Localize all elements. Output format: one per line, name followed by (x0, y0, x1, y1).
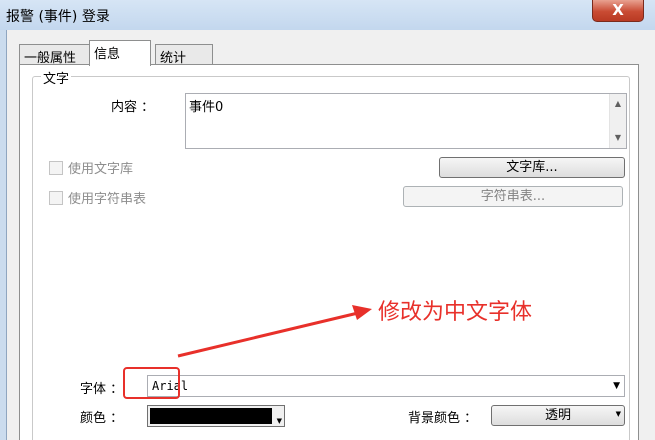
scroll-down-icon[interactable]: ▼ (610, 130, 626, 146)
close-icon: X (612, 1, 624, 19)
content-label: 内容 ： (111, 100, 155, 115)
button-label: 字符串表... (480, 189, 546, 204)
button-label: 文字库... (506, 160, 558, 175)
annotation-highlight-box (123, 367, 180, 399)
dropdown-arrow-icon: ▼ (615, 410, 621, 418)
title-bar: 报警 (事件) 登录 X (0, 0, 655, 30)
background-color-picker[interactable]: 透明 ▼ (491, 405, 625, 426)
content-value: 事件0 (189, 100, 224, 115)
use-text-library-label: 使用文字库 (68, 162, 134, 177)
tab-general-properties[interactable]: 一般属性 (19, 44, 91, 66)
dropdown-arrow-icon[interactable]: ▼ (613, 381, 620, 391)
color-label: 颜色 ： (80, 411, 124, 426)
tab-label: 信息 (94, 47, 121, 62)
color-swatch-fill (150, 408, 272, 424)
text-library-button[interactable]: 文字库... (439, 157, 625, 178)
text-groupbox: 文字 内容 ： 事件0 ▲ ▼ 使用文字库 使用字符串表 文字库... 字符串表… (32, 68, 630, 440)
background-color-value: 透明 (544, 408, 571, 423)
string-table-button[interactable]: 字符串表... (403, 186, 623, 207)
tab-statistics[interactable]: 统计 (155, 44, 213, 66)
background-color-label: 背景颜色 ： (408, 411, 478, 426)
group-legend: 文字 (41, 68, 72, 87)
dialog-client-area: 一般属性 信息 统计 文字 内容 ： 事件0 ▲ ▼ 使用文字库 使用字符串表 … (6, 30, 655, 440)
color-picker[interactable]: ▼ (147, 405, 285, 427)
scroll-up-icon[interactable]: ▲ (610, 96, 626, 112)
content-textarea[interactable]: 事件0 ▲ ▼ (185, 93, 627, 149)
checkbox-box (49, 160, 63, 175)
tab-info[interactable]: 信息 (89, 40, 151, 66)
checkbox-box (49, 190, 63, 205)
content-scrollbar[interactable]: ▲ ▼ (609, 94, 626, 148)
font-select[interactable]: Arial ▼ (147, 375, 625, 397)
use-string-table-checkbox[interactable]: 使用字符串表 (49, 188, 146, 207)
tab-page-info: 文字 内容 ： 事件0 ▲ ▼ 使用文字库 使用字符串表 文字库... 字符串表… (19, 64, 639, 440)
use-string-table-label: 使用字符串表 (68, 192, 147, 207)
font-label: 字体 ： (80, 382, 124, 397)
annotation-text: 修改为中文字体 (378, 300, 533, 325)
use-text-library-checkbox[interactable]: 使用文字库 (49, 158, 133, 177)
window-title: 报警 (事件) 登录 (6, 9, 110, 25)
close-button[interactable]: X (592, 0, 644, 22)
dropdown-arrow-icon: ▼ (276, 417, 282, 425)
